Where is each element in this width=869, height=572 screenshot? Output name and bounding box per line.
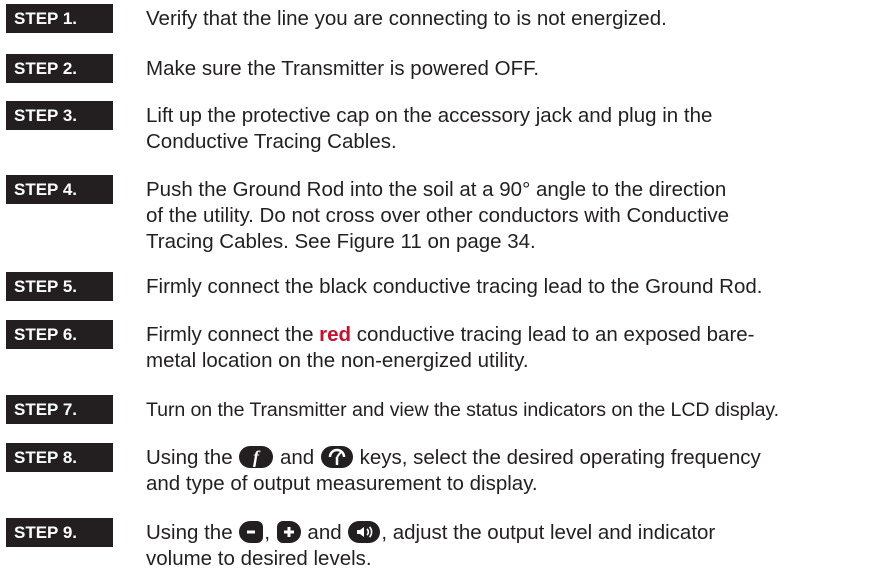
text-run: and	[274, 446, 320, 469]
text-run: ,	[264, 521, 276, 544]
frequency-key-icon: f	[239, 446, 274, 468]
text-run: keys, select the desired operating frequ…	[353, 446, 761, 469]
step-text: Using the , and , adjust the output leve…	[146, 520, 868, 572]
plus-key-icon	[276, 521, 301, 543]
step-text-line: and type of output measurement to displa…	[146, 472, 538, 495]
minus-key-icon	[239, 521, 264, 543]
svg-text:f: f	[253, 447, 261, 467]
text-run: Firmly connect the	[146, 323, 320, 346]
text-run: , adjust the output level and indicator	[381, 521, 716, 544]
step-text: Lift up the protective cap on the access…	[146, 103, 868, 155]
red-lead-word: red	[319, 323, 352, 346]
step-label: STEP 2.	[6, 54, 113, 83]
step-text-line: Using the f and keys, select the desired…	[146, 445, 868, 471]
text-run: and	[301, 521, 348, 544]
step-text-line: Firmly connect the red conductive tracin…	[146, 322, 868, 348]
step-label: STEP 7.	[6, 395, 113, 424]
step-label: STEP 1.	[6, 4, 113, 33]
step-text: Make sure the Transmitter is powered OFF…	[146, 57, 540, 80]
text-run: Using the	[146, 521, 239, 544]
step-label: STEP 9.	[6, 518, 113, 547]
step-text-line: Push the Ground Rod into the soil at a 9…	[146, 178, 727, 201]
step-label: STEP 8.	[6, 443, 113, 472]
text-run: conductive tracing lead to an exposed ba…	[351, 323, 755, 346]
step-text-line: of the utility. Do not cross over other …	[146, 204, 730, 227]
step-text-line: Lift up the protective cap on the access…	[146, 104, 713, 127]
step-text-line: metal location on the non-energized util…	[146, 349, 529, 372]
step-text-line: volume to desired levels.	[146, 547, 372, 570]
measurement-key-icon	[320, 446, 353, 468]
step-text: Verify that the line you are connecting …	[146, 7, 667, 30]
step-label: STEP 3.	[6, 101, 113, 130]
text-run: Using the	[146, 446, 239, 469]
step-text: Using the f and keys, select the desired…	[146, 445, 868, 497]
step-label: STEP 6.	[6, 320, 113, 349]
step-text-line: Tracing Cables. See Figure 11 on page 34…	[146, 230, 536, 253]
step-label: STEP 4.	[6, 175, 113, 204]
step-text: Firmly connect the black conductive trac…	[146, 275, 763, 298]
volume-key-icon	[348, 521, 381, 543]
step-text: Turn on the Transmitter and view the sta…	[146, 399, 779, 421]
step-text: Firmly connect the red conductive tracin…	[146, 322, 868, 374]
step-text-line: Using the , and , adjust the output leve…	[146, 520, 868, 546]
step-label: STEP 5.	[6, 272, 113, 301]
step-text: Push the Ground Rod into the soil at a 9…	[146, 177, 868, 255]
step-text-line: Conductive Tracing Cables.	[146, 130, 397, 153]
